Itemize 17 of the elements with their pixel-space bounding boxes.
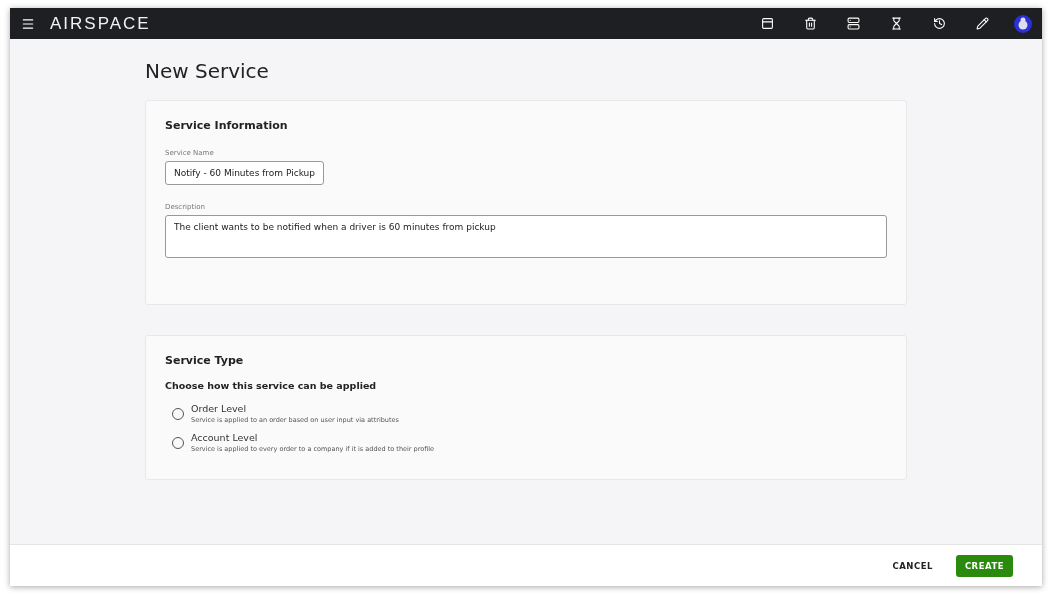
- create-button[interactable]: CREATE: [955, 554, 1013, 577]
- section-title: Service Type: [165, 354, 245, 367]
- section-title: Service Information: [165, 119, 289, 132]
- section-prompt: Choose how this service can be applied: [165, 380, 378, 391]
- input-field[interactable]: The client wants to be notified when a driver is 60 minutes from pickup: [165, 215, 887, 258]
- option-label: Account Level: [191, 432, 259, 443]
- page-title: New Service: [145, 59, 270, 83]
- logo: AIRSPACE: [50, 13, 151, 34]
- avatar-icon[interactable]: [1014, 14, 1032, 33]
- window-icon[interactable]: [759, 15, 775, 32]
- input-field[interactable]: Notify - 60 Minutes from Pickup: [165, 161, 324, 185]
- pencil-icon[interactable]: [974, 15, 990, 32]
- trash-icon[interactable]: [802, 15, 818, 32]
- server-icon[interactable]: [845, 15, 861, 32]
- option-label: Order Level: [191, 403, 248, 414]
- history-icon[interactable]: [931, 15, 947, 32]
- cancel-button[interactable]: CANCEL: [883, 554, 942, 577]
